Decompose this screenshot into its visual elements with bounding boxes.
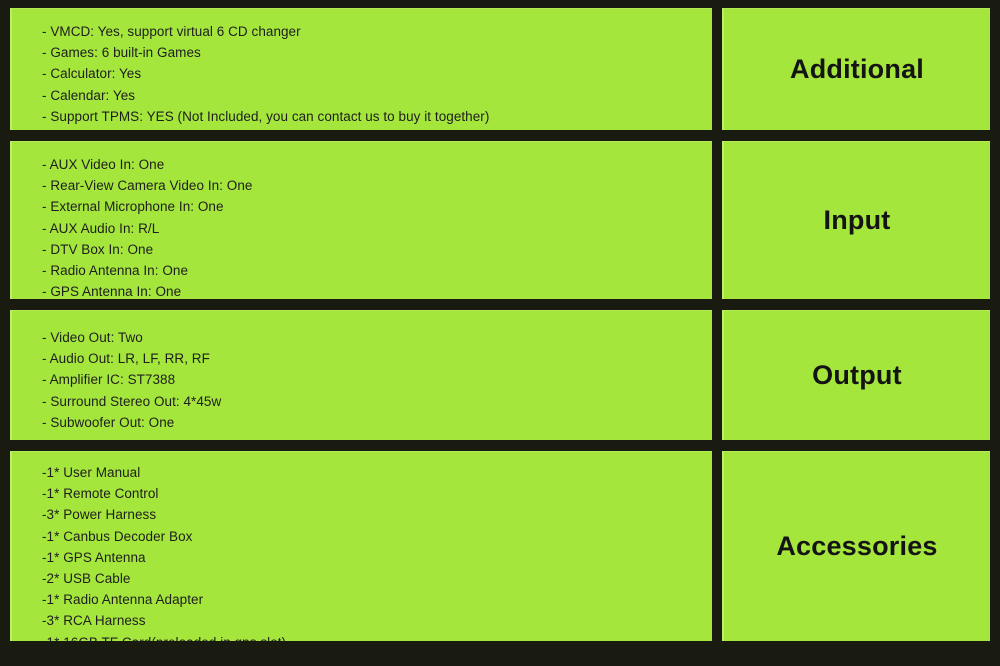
spec-label-text: Input [823,205,891,235]
list-item: -3* Power Harness [42,507,157,523]
specification-table: - VMCD: Yes, support virtual 6 CD change… [0,0,1000,666]
list-item: - Support TPMS: YES (Not Included, you c… [42,108,490,124]
spec-label-text: Additional [790,54,924,84]
list-item: - AUX Video In: One [42,157,165,172]
list-item: - Audio Out: LR, LF, RR, RF [42,351,210,367]
spec-item-list-output: - Video Out: Two - Audio Out: LR, LF, RR… [12,311,712,433]
spec-label-panel-additional: Additional [722,8,990,130]
list-item: - Calendar: Yes [42,87,136,103]
spec-row-input: - AUX Video In: One - Rear-View Camera V… [10,141,990,299]
list-item: -1* User Manual [42,465,141,480]
spec-items-panel-output: - Video Out: Two - Audio Out: LR, LF, RR… [10,310,712,440]
list-item: - GPS Antenna In: One [42,284,182,299]
spec-items-panel-additional: - VMCD: Yes, support virtual 6 CD change… [10,8,712,130]
list-item: - Video Out: Two [42,330,143,345]
list-item: - Calculator: Yes [42,66,142,82]
spec-label-panel-input: Input [722,141,990,299]
spec-label-text: Output [812,360,902,390]
list-item: -2* USB Cable [42,571,131,587]
list-item: - VMCD: Yes, support virtual 6 CD change… [42,24,301,39]
list-item: -1* Radio Antenna Adapter [42,592,204,608]
list-item: -3* RCA Harness [42,613,146,629]
spec-label-panel-output: Output [722,310,990,440]
list-item: -1* Canbus Decoder Box [42,528,193,544]
list-item: -1* Remote Control [42,486,159,502]
spec-row-output: - Video Out: Two - Audio Out: LR, LF, RR… [10,310,990,440]
list-item: - DTV Box In: One [42,241,154,257]
spec-label-text: Accessories [776,531,938,561]
list-item: - Radio Antenna In: One [42,263,188,279]
list-item: -1* GPS Antenna [42,549,146,565]
spec-label-panel-accessories: Accessories [722,451,990,641]
list-item: - Surround Stereo Out: 4*45w [42,393,222,409]
list-item: - AUX Audio In: R/L [42,220,160,236]
spec-item-list-accessories: -1* User Manual -1* Remote Control -3* P… [12,452,712,641]
list-item: - External Microphone In: One [42,199,224,215]
spec-item-list-additional: - VMCD: Yes, support virtual 6 CD change… [12,9,712,127]
list-item: -1* 16GB TF Card(preloaded in gps slot) [42,632,712,641]
list-item: - Rear-View Camera Video In: One [42,178,253,194]
list-item: - Subwoofer Out: One [42,414,175,430]
spec-item-list-input: - AUX Video In: One - Rear-View Camera V… [12,142,712,299]
spec-items-panel-accessories: -1* User Manual -1* Remote Control -3* P… [10,451,712,641]
spec-row-accessories: -1* User Manual -1* Remote Control -3* P… [10,451,990,641]
list-item: - Games: 6 built-in Games [42,45,201,61]
list-item: - Amplifier IC: ST7388 [42,372,176,388]
spec-row-additional: - VMCD: Yes, support virtual 6 CD change… [10,8,990,130]
spec-items-panel-input: - AUX Video In: One - Rear-View Camera V… [10,141,712,299]
